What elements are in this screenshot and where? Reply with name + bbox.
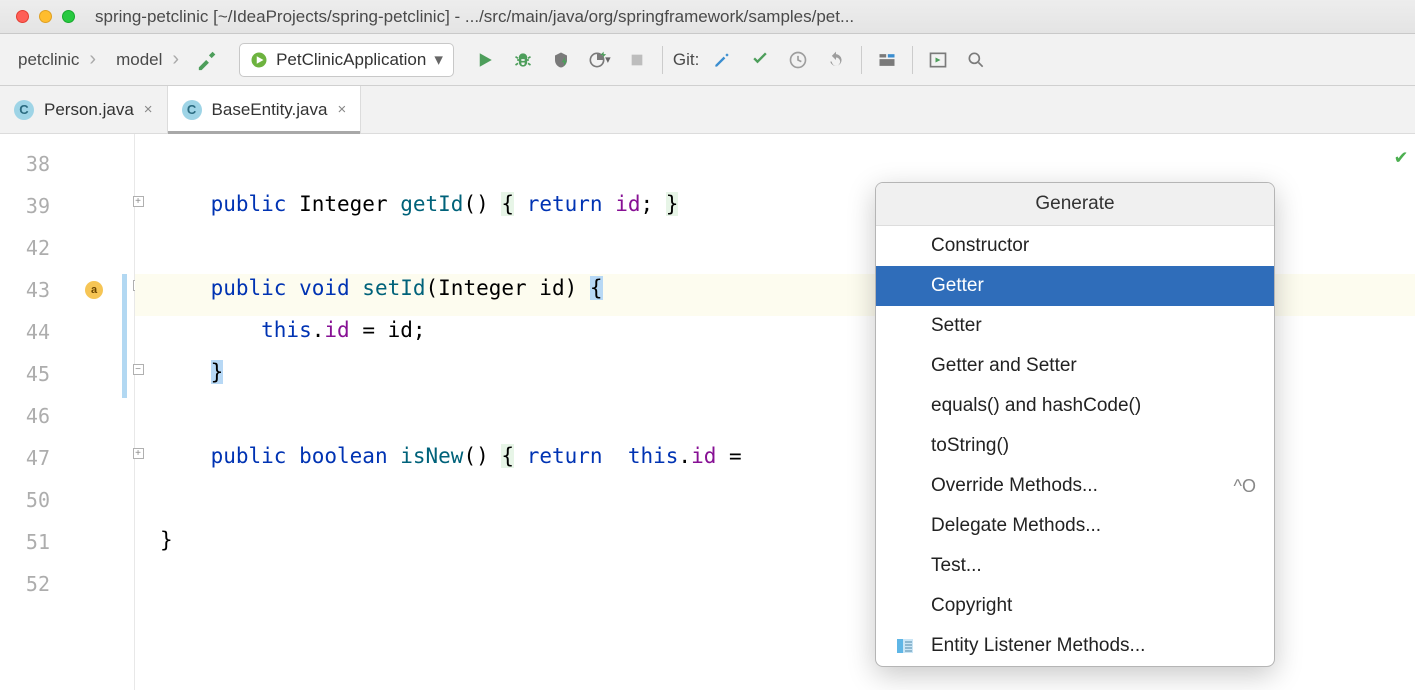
close-tab-icon[interactable]: ×	[144, 101, 153, 118]
popup-item-test[interactable]: Test...	[876, 546, 1274, 586]
editor-tabs: C Person.java × C BaseEntity.java ×	[0, 86, 1415, 134]
breadcrumb-item[interactable]: petclinic	[8, 44, 106, 76]
line-number: 50	[14, 488, 50, 512]
popup-item-getter-setter[interactable]: Getter and Setter	[876, 346, 1274, 386]
popup-item-delegate[interactable]: Delegate Methods...	[876, 506, 1274, 546]
change-strip[interactable]	[122, 274, 127, 398]
code-line[interactable]: this.id = id;	[160, 318, 426, 342]
git-label: Git:	[673, 50, 699, 70]
line-number: 47	[14, 446, 50, 470]
close-tab-icon[interactable]: ×	[337, 101, 346, 118]
line-number: 46	[14, 404, 50, 428]
intention-bulb-icon[interactable]: a	[85, 281, 103, 299]
popup-item-override[interactable]: Override Methods...^O	[876, 466, 1274, 506]
code-line[interactable]: public void setId(Integer id) {	[160, 276, 603, 300]
editor-tab[interactable]: C Person.java ×	[0, 86, 168, 133]
popup-title: Generate	[876, 183, 1274, 226]
java-class-icon: C	[182, 100, 202, 120]
stop-icon	[622, 45, 652, 75]
titlebar: spring-petclinic [~/IdeaProjects/spring-…	[0, 0, 1415, 34]
run-anything-icon[interactable]	[923, 45, 953, 75]
popup-item-constructor[interactable]: Constructor	[876, 226, 1274, 266]
line-number: 43	[14, 278, 50, 302]
run-icon[interactable]	[470, 45, 500, 75]
editor-tab[interactable]: C BaseEntity.java ×	[168, 86, 362, 133]
maximize-window-button[interactable]	[62, 10, 75, 23]
dropdown-icon: ▾	[434, 50, 443, 70]
run-config-label: PetClinicApplication	[276, 50, 426, 70]
popup-item-tostring[interactable]: toString()	[876, 426, 1274, 466]
git-commit-icon[interactable]	[745, 45, 775, 75]
code-line[interactable]: }	[160, 360, 223, 384]
analysis-ok-icon[interactable]: ✔	[1395, 144, 1407, 168]
toolbar: petclinic model PetClinicApplication ▾ ▾…	[0, 34, 1415, 86]
code-line[interactable]: public Integer getId() { return id; }	[160, 192, 678, 216]
popup-item-entity-listener[interactable]: Entity Listener Methods...	[876, 626, 1274, 666]
window-title: spring-petclinic [~/IdeaProjects/spring-…	[95, 7, 1415, 27]
git-update-icon[interactable]	[707, 45, 737, 75]
line-number: 52	[14, 572, 50, 596]
gutter[interactable]: 38 39 42 43 44 45 46 47 50 51 52 a	[0, 134, 135, 690]
search-icon[interactable]	[961, 45, 991, 75]
toolbar-separator	[861, 46, 862, 74]
project-structure-icon[interactable]	[872, 45, 902, 75]
git-history-icon[interactable]	[783, 45, 813, 75]
tab-label: BaseEntity.java	[212, 100, 328, 120]
entity-listener-icon	[896, 637, 914, 655]
line-number: 44	[14, 320, 50, 344]
run-configuration-selector[interactable]: PetClinicApplication ▾	[239, 43, 454, 77]
line-number: 38	[14, 152, 50, 176]
java-class-icon: C	[14, 100, 34, 120]
hammer-build-icon[interactable]	[193, 45, 223, 75]
generate-popup: Generate Constructor Getter Setter Gette…	[875, 182, 1275, 667]
close-window-button[interactable]	[16, 10, 29, 23]
keyboard-shortcut: ^O	[1234, 476, 1256, 497]
line-number: 42	[14, 236, 50, 260]
tab-label: Person.java	[44, 100, 134, 120]
popup-item-equals-hashcode[interactable]: equals() and hashCode()	[876, 386, 1274, 426]
minimize-window-button[interactable]	[39, 10, 52, 23]
window-controls	[16, 10, 75, 23]
coverage-icon[interactable]	[546, 45, 576, 75]
line-number: 51	[14, 530, 50, 554]
code-line[interactable]: public boolean isNew() { return this.id …	[160, 444, 742, 468]
toolbar-separator	[912, 46, 913, 74]
git-rollback-icon[interactable]	[821, 45, 851, 75]
popup-item-getter[interactable]: Getter	[876, 266, 1274, 306]
popup-item-copyright[interactable]: Copyright	[876, 586, 1274, 626]
line-number: 45	[14, 362, 50, 386]
debug-icon[interactable]	[508, 45, 538, 75]
profiler-icon[interactable]: ▾	[584, 45, 614, 75]
breadcrumb-item[interactable]: model	[106, 44, 189, 76]
popup-item-setter[interactable]: Setter	[876, 306, 1274, 346]
toolbar-separator	[662, 46, 663, 74]
code-line[interactable]: }	[160, 528, 173, 552]
line-number: 39	[14, 194, 50, 218]
